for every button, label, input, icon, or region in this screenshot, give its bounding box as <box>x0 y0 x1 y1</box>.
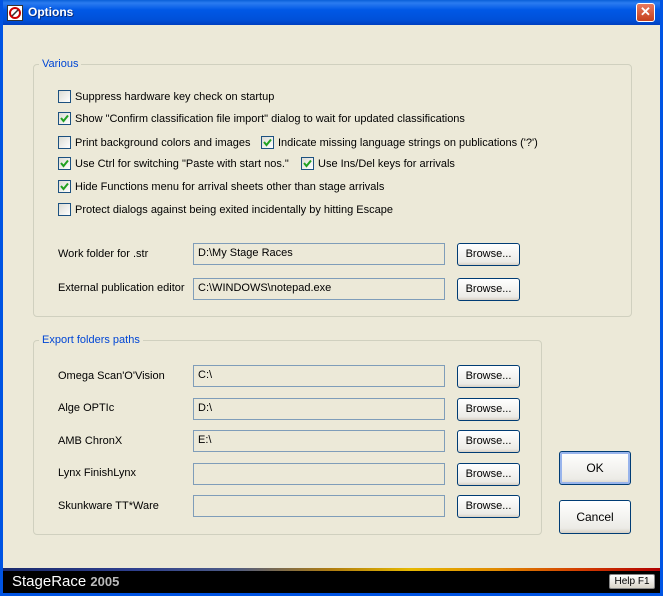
omega-browse-button[interactable]: Browse... <box>457 365 520 388</box>
lynx-path-field[interactable] <box>193 463 445 485</box>
checkbox-box[interactable] <box>58 203 71 216</box>
brand-name: StageRace <box>12 573 87 590</box>
lynx-label: Lynx FinishLynx <box>58 467 137 479</box>
check-icon <box>60 114 69 123</box>
checkbox-label: Suppress hardware key check on startup <box>75 91 275 103</box>
checkbox-box[interactable] <box>58 90 71 103</box>
checkbox-box[interactable] <box>58 112 71 125</box>
editor-label: External publication editor <box>58 282 185 294</box>
skunkware-path-field[interactable] <box>193 495 445 517</box>
close-icon: ✕ <box>640 4 651 19</box>
work-folder-field[interactable]: D:\My Stage Races <box>193 243 445 265</box>
skunkware-browse-button[interactable]: Browse... <box>457 495 520 518</box>
alge-path-field[interactable]: D:\ <box>193 398 445 420</box>
checkbox-box[interactable] <box>58 136 71 149</box>
brand-year: 2005 <box>90 574 120 589</box>
checkbox-box[interactable] <box>301 157 314 170</box>
cancel-button[interactable]: Cancel <box>559 500 631 534</box>
footer-color-stripe <box>3 568 660 571</box>
app-icon <box>7 5 23 21</box>
work-folder-browse-button[interactable]: Browse... <box>457 243 520 266</box>
check-icon <box>303 159 312 168</box>
editor-field[interactable]: C:\WINDOWS\notepad.exe <box>193 278 445 300</box>
checkbox-label: Indicate missing language strings on pub… <box>278 137 538 149</box>
ok-button[interactable]: OK <box>559 451 631 485</box>
stagerace-logo: StageRace 2005 <box>12 573 119 590</box>
alge-label: Alge OPTIc <box>58 402 115 414</box>
check-icon <box>60 182 69 191</box>
window-title: Options <box>28 5 74 19</box>
checkbox-label: Show "Confirm classification file import… <box>75 113 465 125</box>
various-group-label: Various <box>39 58 82 70</box>
work-folder-label: Work folder for .str <box>58 248 149 260</box>
export-group-label: Export folders paths <box>39 334 143 346</box>
checkbox-label: Protect dialogs against being exited inc… <box>75 204 393 216</box>
amb-browse-button[interactable]: Browse... <box>457 430 520 453</box>
alge-browse-button[interactable]: Browse... <box>457 398 520 421</box>
checkbox-box[interactable] <box>58 157 71 170</box>
close-button[interactable]: ✕ <box>636 3 655 22</box>
check-icon <box>263 138 272 147</box>
omega-label: Omega Scan'O'Vision <box>58 370 165 382</box>
checkbox-label: Use Ctrl for switching "Paste with start… <box>75 158 289 170</box>
skunkware-label: Skunkware TT*Ware <box>58 500 159 512</box>
amb-path-field[interactable]: E:\ <box>193 430 445 452</box>
help-button[interactable]: Help F1 <box>609 574 655 589</box>
checkbox-label: Hide Functions menu for arrival sheets o… <box>75 181 385 193</box>
footer-bar: StageRace 2005 Help F1 <box>3 568 660 593</box>
checkbox-label: Use Ins/Del keys for arrivals <box>318 158 455 170</box>
title-bar: Options ✕ <box>3 0 660 25</box>
amb-label: AMB ChronX <box>58 435 123 447</box>
editor-browse-button[interactable]: Browse... <box>457 278 520 301</box>
checkbox-box[interactable] <box>261 136 274 149</box>
checkbox-box[interactable] <box>58 180 71 193</box>
lynx-browse-button[interactable]: Browse... <box>457 463 520 486</box>
checkbox-label: Print background colors and images <box>75 137 251 149</box>
check-icon <box>60 159 69 168</box>
options-dialog: Options ✕ Various Suppress hardware key … <box>0 0 663 596</box>
omega-path-field[interactable]: C:\ <box>193 365 445 387</box>
